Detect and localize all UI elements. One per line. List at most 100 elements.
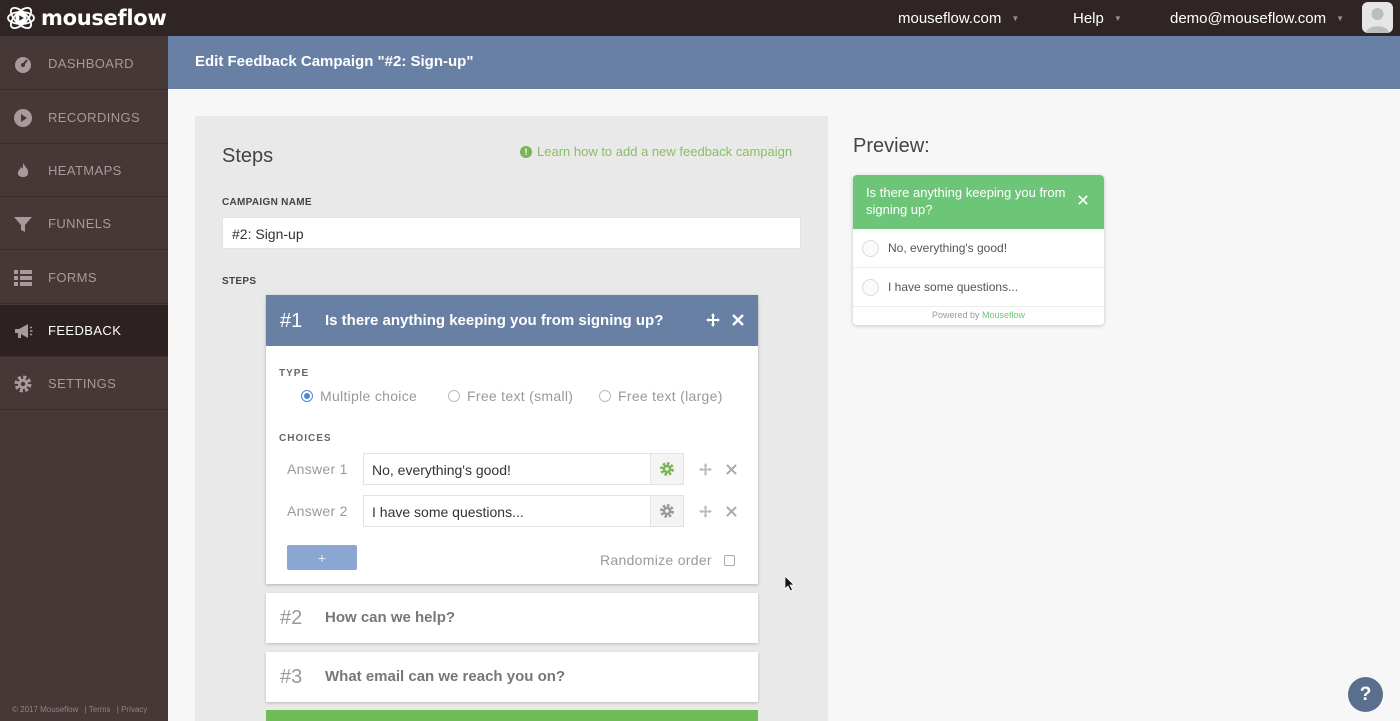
randomize-order-toggle[interactable]: Randomize order [600, 552, 735, 568]
step-card-collapsed[interactable]: #2 How can we help? [266, 593, 758, 643]
learn-link-label: Learn how to add a new feedback campaign [537, 144, 793, 159]
funnel-icon [13, 214, 33, 234]
sidebar-item-label: FEEDBACK [48, 323, 122, 338]
sidebar-item-label: FUNNELS [48, 216, 112, 231]
answer-label: Answer 2 [287, 503, 348, 519]
sidebar-item-forms[interactable]: FORMS [0, 252, 168, 304]
step-number: #1 [280, 310, 303, 332]
sidebar-item-heatmaps[interactable]: HEATMAPS [0, 145, 168, 197]
step-question: How can we help? [325, 609, 456, 626]
radio-selected-icon [301, 390, 313, 402]
widget-question: Is there anything keeping you from signi… [866, 185, 1066, 217]
type-option-label: Free text (small) [467, 388, 574, 404]
sidebar-item-label: FORMS [48, 270, 97, 285]
powered-by-brand[interactable]: Mouseflow [982, 310, 1025, 320]
type-option-multiple-choice[interactable]: Multiple choice [301, 388, 417, 404]
logo[interactable]: mouseflow [6, 2, 167, 34]
campaign-name-label: CAMPAIGN NAME [222, 197, 312, 208]
step-number: #3 [280, 666, 303, 688]
answer-label: Answer 1 [287, 461, 348, 477]
add-step-button[interactable] [266, 710, 758, 721]
avatar[interactable] [1362, 2, 1393, 33]
learn-link[interactable]: ! Learn how to add a new feedback campai… [520, 144, 792, 159]
move-icon[interactable] [698, 504, 712, 518]
widget-option-label: I have some questions... [888, 280, 1019, 294]
answer-settings-button[interactable] [651, 495, 684, 527]
top-bar: mouseflow mouseflow.com ▼ Help ▼ demo@mo… [0, 0, 1400, 36]
megaphone-icon [13, 321, 33, 341]
cursor-icon [785, 576, 795, 592]
chevron-down-icon: ▼ [1113, 13, 1122, 23]
page-header: Edit Feedback Campaign "#2: Sign-up" [168, 36, 1400, 89]
copyright-text: © 2017 Mouseflow [12, 705, 79, 714]
app-name: mouseflow [41, 6, 167, 30]
step-header[interactable]: #1 Is there anything keeping you from si… [266, 295, 758, 346]
widget-option-label: No, everything's good! [888, 241, 1008, 255]
preview-title: Preview: [853, 135, 930, 157]
sidebar-item-recordings[interactable]: RECORDINGS [0, 92, 168, 144]
gear-icon [13, 374, 33, 394]
info-icon: ! [520, 145, 532, 158]
user-menu-label: demo@mouseflow.com [1170, 9, 1327, 27]
type-option-free-text-small[interactable]: Free text (small) [448, 388, 573, 404]
step-question: What email can we reach you on? [325, 668, 566, 685]
user-menu[interactable]: demo@mouseflow.com ▼ [1170, 0, 1344, 36]
powered-by: Powered by Mouseflow [853, 310, 1104, 320]
sidebar-item-label: SETTINGS [48, 376, 117, 391]
close-icon[interactable] [1077, 194, 1089, 206]
step-question: Is there anything keeping you from signi… [325, 312, 664, 329]
help-menu[interactable]: Help ▼ [1073, 0, 1122, 36]
sidebar-item-label: RECORDINGS [48, 110, 141, 125]
add-answer-button[interactable]: + [287, 545, 357, 570]
steps-label: STEPS [222, 276, 257, 287]
answer-input[interactable]: I have some questions... [363, 495, 651, 527]
sidebar-item-label: HEATMAPS [48, 163, 122, 178]
flame-icon [13, 161, 33, 181]
campaign-name-input[interactable]: #2: Sign-up [222, 217, 801, 249]
radio-unselected-icon [862, 239, 879, 257]
delete-icon[interactable] [724, 462, 738, 476]
form-list-icon [13, 268, 33, 288]
sidebar-item-settings[interactable]: SETTINGS [0, 358, 168, 410]
step-card-active: #1 Is there anything keeping you from si… [266, 295, 758, 584]
checkbox-icon[interactable] [723, 554, 735, 566]
privacy-link[interactable]: | Privacy [117, 705, 148, 714]
type-option-free-text-large[interactable]: Free text (large) [599, 388, 723, 404]
type-option-label: Multiple choice [320, 388, 418, 404]
page-title: Edit Feedback Campaign "#2: Sign-up" [195, 53, 474, 70]
type-label: TYPE [279, 368, 310, 379]
randomize-label: Randomize order [600, 552, 712, 568]
sidebar-item-feedback[interactable]: FEEDBACK [0, 305, 168, 357]
feedback-widget-preview: Is there anything keeping you from signi… [853, 175, 1104, 325]
sidebar-item-funnels[interactable]: FUNNELS [0, 198, 168, 250]
choices-label: CHOICES [279, 433, 332, 444]
widget-option[interactable]: I have some questions... [853, 268, 1104, 307]
help-menu-label: Help [1073, 9, 1104, 27]
sidebar-item-label: DASHBOARD [48, 56, 134, 71]
sidebar-footer: © 2017 Mouseflow | Terms | Privacy [12, 705, 151, 714]
site-menu-label: mouseflow.com [898, 9, 1002, 27]
chevron-down-icon: ▼ [1011, 13, 1020, 23]
sidebar-item-dashboard[interactable]: DASHBOARD [0, 38, 168, 90]
step-number: #2 [280, 607, 303, 629]
gear-icon [660, 504, 674, 518]
user-avatar-icon [1366, 8, 1389, 33]
powered-by-text: Powered by [931, 310, 980, 320]
radio-unselected-icon [599, 390, 611, 402]
chevron-down-icon: ▼ [1336, 13, 1345, 23]
answer-input[interactable]: No, everything's good! [363, 453, 651, 485]
answer-settings-button[interactable] [651, 453, 684, 485]
step-card-collapsed[interactable]: #3 What email can we reach you on? [266, 652, 758, 702]
widget-header: Is there anything keeping you from signi… [853, 175, 1104, 229]
move-icon[interactable] [706, 313, 720, 327]
widget-option[interactable]: No, everything's good! [853, 229, 1104, 268]
sidebar: DASHBOARD RECORDINGS HEATMAPS FUNNELS FO… [0, 36, 168, 721]
delete-icon[interactable] [724, 504, 738, 518]
help-button[interactable]: ? [1348, 677, 1383, 712]
type-option-label: Free text (large) [618, 388, 723, 404]
terms-link[interactable]: | Terms [85, 705, 111, 714]
dashboard-gauge-icon [13, 54, 33, 74]
move-icon[interactable] [698, 462, 712, 476]
site-menu[interactable]: mouseflow.com ▼ [898, 0, 1019, 36]
close-icon[interactable] [731, 313, 745, 327]
